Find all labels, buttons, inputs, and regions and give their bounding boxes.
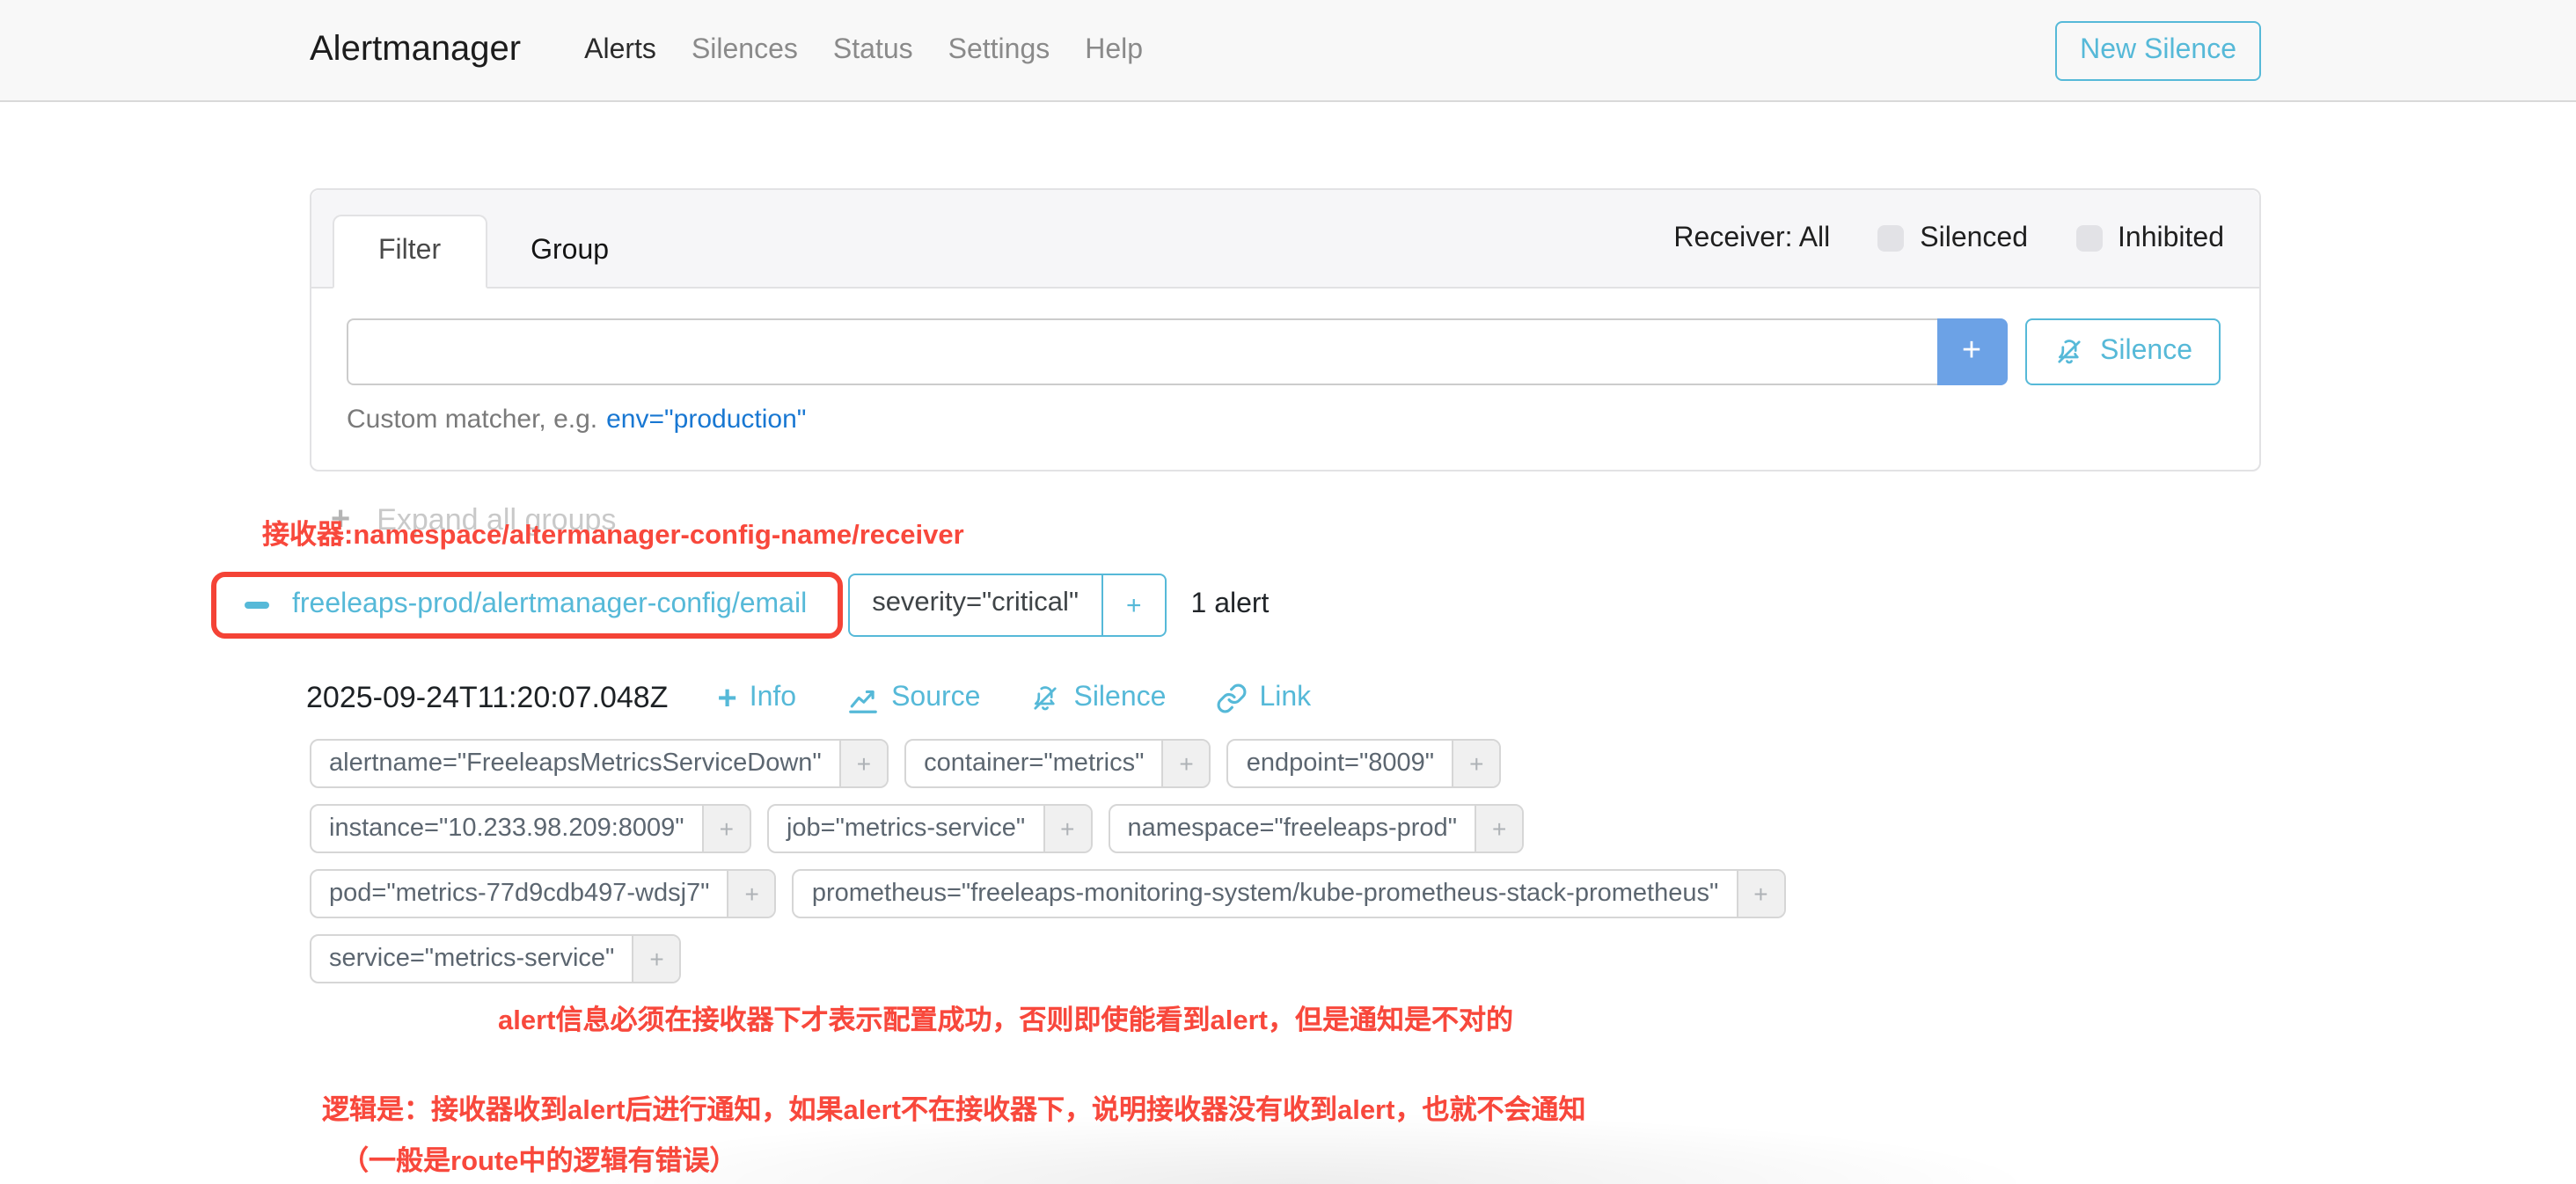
alert-label-add-button[interactable]: +	[632, 936, 679, 982]
app-brand[interactable]: Alertmanager	[310, 30, 521, 70]
matcher-helper: Custom matcher, e.g. env="production"	[347, 405, 2221, 435]
filter-card-header: Filter Group Receiver: All Silenced Inhi…	[311, 190, 2259, 289]
alert-label-chip: container="metrics" +	[904, 739, 1211, 788]
tab-group[interactable]: Group	[487, 216, 653, 287]
annotation-logic-note: 逻辑是：接收器收到alert后进行通知，如果alert不在接收器下，说明接收器没…	[322, 1089, 1585, 1128]
alert-label-text: service="metrics-service"	[311, 936, 632, 982]
alert-label-add-button[interactable]: +	[1043, 806, 1090, 851]
alert-label-text: prometheus="freeleaps-monitoring-system/…	[794, 871, 1736, 917]
alert-label-chip: endpoint="8009" +	[1227, 739, 1502, 788]
alert-detail-row: 2025-09-24T11:20:07.048Z + Info Source	[306, 681, 2576, 716]
alert-label-text: namespace="freeleaps-prod"	[1110, 806, 1475, 851]
alert-link-label: Link	[1259, 683, 1311, 714]
red-highlight-box: freeleaps-prod/alertmanager-config/email	[211, 572, 842, 639]
bell-slash-icon	[2053, 336, 2084, 368]
annotation-receiver-note: 接收器:namespace/altermanager-config-name/r…	[262, 514, 964, 552]
group-receiver-button[interactable]: freeleaps-prod/alertmanager-config/email	[222, 582, 831, 628]
matcher-input-row: + Silence	[347, 318, 2221, 385]
alert-label-text: instance="10.233.98.209:8009"	[311, 806, 702, 851]
alert-label-text: job="metrics-service"	[769, 806, 1043, 851]
alert-source-label: Source	[891, 683, 980, 714]
silenced-checkbox[interactable]	[1877, 225, 1904, 252]
annotation-logic-note-2: （一般是route中的逻辑有错误）	[341, 1140, 737, 1179]
alert-silence-label: Silence	[1073, 683, 1166, 714]
alert-info-link[interactable]: + Info	[717, 682, 796, 715]
plus-icon: +	[717, 682, 736, 715]
filter-card-body: + Silence Custom matcher, e.g. env="produ…	[311, 289, 2259, 470]
nav-item-help[interactable]: Help	[1067, 20, 1160, 80]
nav-item-alerts[interactable]: Alerts	[567, 20, 674, 80]
silenced-checkbox-label: Silenced	[1920, 223, 2028, 254]
group-matcher-add-button[interactable]: +	[1101, 575, 1165, 635]
alert-label-chip: job="metrics-service" +	[767, 804, 1093, 853]
alertmanager-app: Alertmanager Alerts Silences Status Sett…	[0, 0, 2576, 1184]
alert-label-add-button[interactable]: +	[1475, 806, 1522, 851]
nav-links: Alerts Silences Status Settings Help	[567, 20, 1160, 80]
chart-line-icon	[845, 682, 879, 715]
alert-label-chip: namespace="freeleaps-prod" +	[1109, 804, 1525, 853]
inhibited-checkbox[interactable]	[2075, 225, 2102, 252]
alert-label-chip: service="metrics-service" +	[310, 934, 682, 983]
link-icon	[1215, 683, 1247, 714]
alert-label-add-button[interactable]: +	[727, 871, 774, 917]
new-silence-button[interactable]: New Silence	[2055, 20, 2261, 80]
tab-filter[interactable]: Filter	[333, 215, 487, 289]
nav-item-silences[interactable]: Silences	[674, 20, 816, 80]
filter-card: Filter Group Receiver: All Silenced Inhi…	[310, 188, 2261, 471]
alert-label-chip: alertname="FreeleapsMetricsServiceDown" …	[310, 739, 889, 788]
group-matcher-chip: severity="critical" +	[847, 574, 1166, 637]
nav-item-status[interactable]: Status	[816, 20, 931, 80]
bell-slash-icon	[1029, 683, 1061, 714]
alert-label-chip: pod="metrics-77d9cdb497-wdsj7" +	[310, 869, 777, 918]
collapse-minus-icon	[245, 602, 269, 609]
alert-group-row: freeleaps-prod/alertmanager-config/email…	[211, 572, 2576, 639]
group-alert-count: 1 alert	[1191, 589, 1270, 621]
alert-label-chip: instance="10.233.98.209:8009" +	[310, 804, 751, 853]
alert-timestamp: 2025-09-24T11:20:07.048Z	[306, 681, 668, 716]
inhibited-checkbox-label: Inhibited	[2118, 223, 2224, 254]
matcher-example-link[interactable]: env="production"	[606, 405, 806, 435]
alert-info-label: Info	[750, 683, 796, 714]
alert-label-add-button[interactable]: +	[1452, 741, 1499, 786]
silenced-checkbox-group[interactable]: Silenced	[1877, 223, 2028, 254]
silence-filter-label: Silence	[2100, 336, 2192, 368]
alert-label-text: pod="metrics-77d9cdb497-wdsj7"	[311, 871, 727, 917]
group-receiver-name: freeleaps-prod/alertmanager-config/email	[292, 589, 807, 621]
main-content: Filter Group Receiver: All Silenced Inhi…	[0, 188, 2576, 1179]
alert-label-add-button[interactable]: +	[839, 741, 887, 786]
alert-label-add-button[interactable]: +	[702, 806, 750, 851]
alert-label-text: alertname="FreeleapsMetricsServiceDown"	[311, 741, 839, 786]
alert-permalink[interactable]: Link	[1215, 683, 1311, 714]
alert-label-chip: prometheus="freeleaps-monitoring-system/…	[793, 869, 1786, 918]
alert-label-add-button[interactable]: +	[1161, 741, 1209, 786]
alert-silence-link[interactable]: Silence	[1029, 683, 1166, 714]
annotation-alert-note: alert信息必须在接收器下才表示配置成功，否则即使能看到alert，但是通知是…	[498, 999, 1513, 1038]
matcher-helper-text: Custom matcher, e.g.	[347, 405, 597, 435]
add-matcher-button[interactable]: +	[1936, 318, 2007, 385]
nav-item-settings[interactable]: Settings	[931, 20, 1068, 80]
alert-source-link[interactable]: Source	[845, 682, 980, 715]
alert-label-text: endpoint="8009"	[1229, 741, 1452, 786]
top-navbar: Alertmanager Alerts Silences Status Sett…	[0, 0, 2576, 102]
alert-labels: alertname="FreeleapsMetricsServiceDown" …	[310, 739, 1950, 983]
alert-label-add-button[interactable]: +	[1736, 871, 1783, 917]
group-matcher-text: severity="critical"	[849, 575, 1101, 635]
matcher-input[interactable]	[347, 318, 1936, 385]
receiver-filter-label[interactable]: Receiver: All	[1673, 223, 1830, 254]
inhibited-checkbox-group[interactable]: Inhibited	[2075, 223, 2224, 254]
alert-label-text: container="metrics"	[906, 741, 1161, 786]
filter-options: Receiver: All Silenced Inhibited	[1673, 223, 2224, 254]
silence-filter-button[interactable]: Silence	[2024, 318, 2221, 385]
